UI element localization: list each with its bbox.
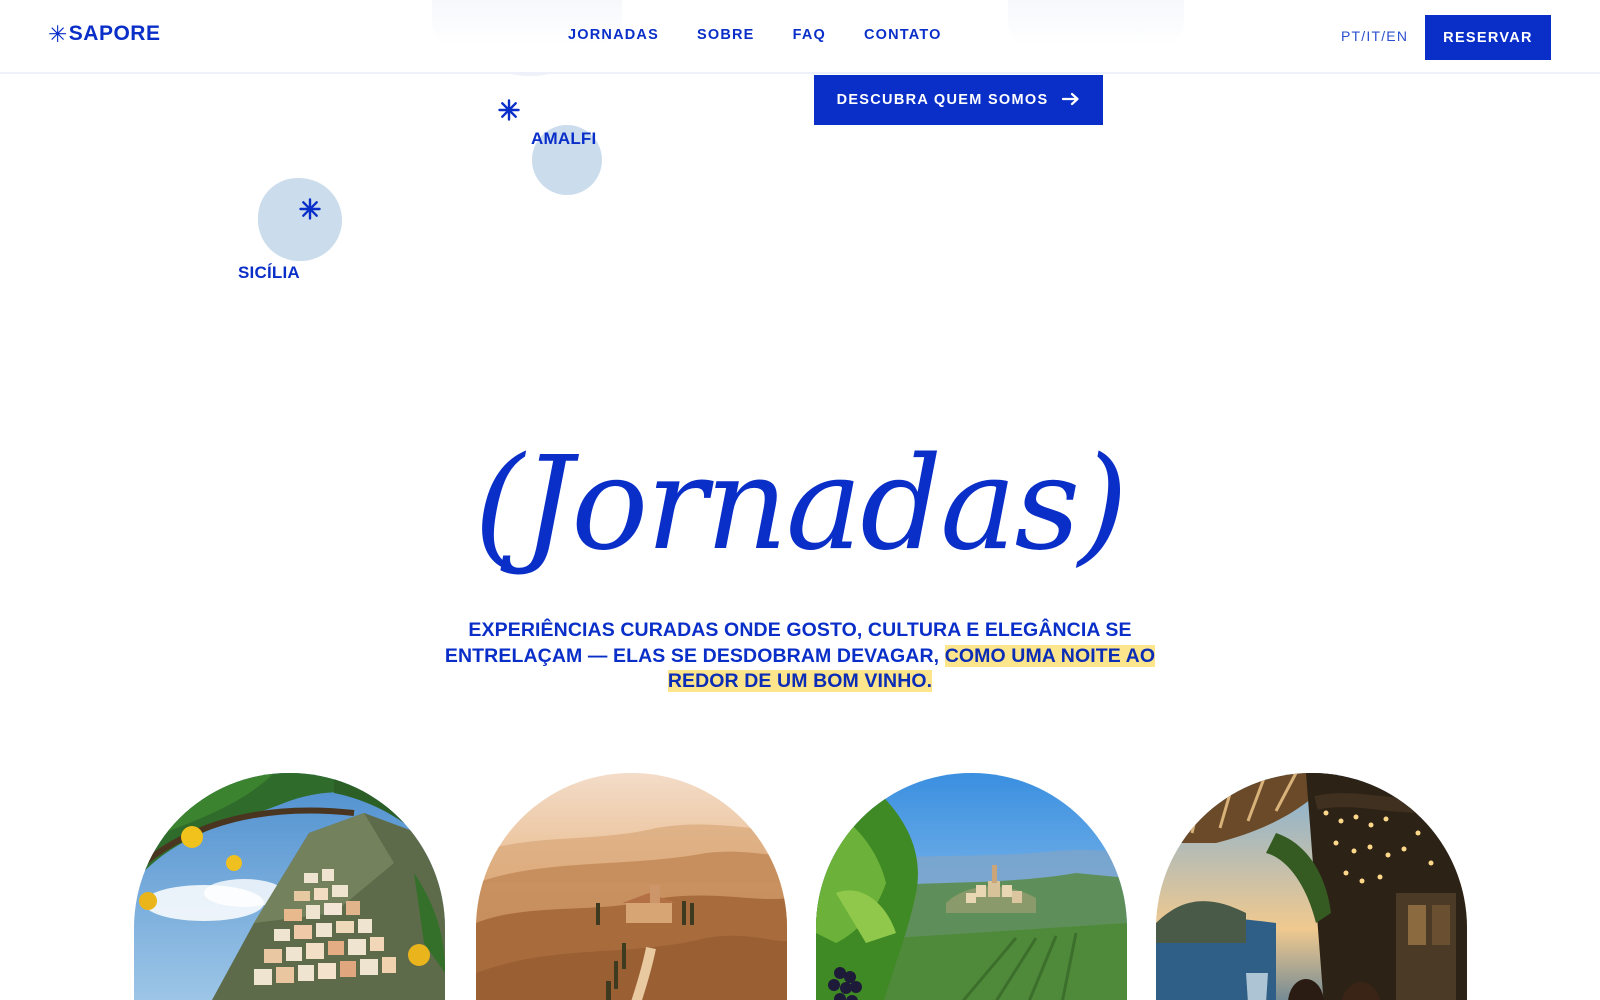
header-ghost-shape: [1008, 0, 1184, 46]
tuscany-hills-image: [476, 773, 787, 1000]
seaside-terrace-image: [1156, 773, 1467, 1000]
amalfi-coast-image: [134, 773, 445, 1000]
arrow-right-icon: [1062, 91, 1080, 109]
map-label-amalfi[interactable]: AMALFI: [531, 129, 596, 149]
nav-link-contato[interactable]: CONTATO: [864, 27, 942, 43]
nav-link-faq[interactable]: FAQ: [793, 27, 826, 43]
nav-link-sobre[interactable]: SOBRE: [697, 27, 755, 43]
language-switcher[interactable]: PT/IT/EN: [1341, 28, 1408, 44]
logo-link[interactable]: ✳ SAPORE: [48, 22, 160, 46]
reserve-button[interactable]: RESERVAR: [1425, 15, 1551, 60]
section-intro: EXPERIÊNCIAS CURADAS ONDE GOSTO, CULTURA…: [440, 618, 1160, 695]
asterisk-icon[interactable]: [498, 97, 520, 127]
journey-card-amalfi-coast-lemons[interactable]: [134, 773, 445, 1000]
nav-link-jornadas[interactable]: JORNADAS: [568, 27, 659, 43]
section-title: (Jornadas): [473, 430, 1128, 579]
vineyard-village-image: [816, 773, 1127, 1000]
logo-text: SAPORE: [68, 22, 161, 45]
site-header: ✳ SAPORE JORNADAS SOBRE FAQ CONTATO PT/I…: [0, 0, 1600, 74]
asterisk-icon[interactable]: [299, 196, 321, 226]
discover-button-label: DESCUBRA QUEM SOMOS: [836, 92, 1049, 108]
journey-card-tuscany-hills[interactable]: [476, 773, 787, 1000]
main-nav: JORNADAS SOBRE FAQ CONTATO: [568, 27, 980, 43]
asterisk-logo-icon: ✳: [48, 20, 68, 47]
journey-card-vineyard-village[interactable]: [816, 773, 1127, 1000]
discover-about-button[interactable]: DESCUBRA QUEM SOMOS: [814, 75, 1103, 125]
map-label-sicilia[interactable]: SICÍLIA: [238, 263, 300, 283]
journey-card-seaside-terrace[interactable]: [1156, 773, 1467, 1000]
